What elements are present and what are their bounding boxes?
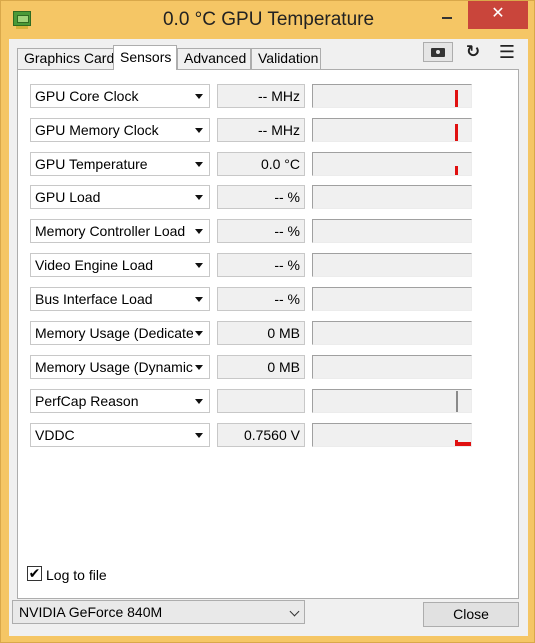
sensor-select-memory-controller-load[interactable]: Memory Controller Load <box>30 219 210 243</box>
dropdown-arrow-icon <box>195 162 203 167</box>
sensor-value: 0 MB <box>217 321 305 345</box>
close-button[interactable]: Close <box>423 602 519 627</box>
sensor-name: Memory Controller Load <box>35 223 186 239</box>
sensor-value <box>217 389 305 413</box>
sensor-name: VDDC <box>35 427 75 443</box>
client-area: Graphics Card Sensors Advanced Validatio… <box>9 39 528 636</box>
graph-bar <box>456 391 458 412</box>
sensor-row: Video Engine Load -- % <box>30 253 472 277</box>
sensor-name: GPU Memory Clock <box>35 122 159 138</box>
sensor-select-video-engine-load[interactable]: Video Engine Load <box>30 253 210 277</box>
sensor-name: GPU Temperature <box>35 156 148 172</box>
sensor-graph <box>312 84 472 108</box>
menu-button[interactable]: ☰ <box>492 42 522 62</box>
checkmark-icon: ✔ <box>28 565 41 581</box>
sensor-row: GPU Core Clock -- MHz <box>30 84 472 108</box>
sensor-name: PerfCap Reason <box>35 393 139 409</box>
dropdown-arrow-icon <box>195 365 203 370</box>
sensor-name: GPU Core Clock <box>35 88 139 104</box>
sensor-value: -- % <box>217 185 305 209</box>
tab-validation[interactable]: Validation <box>251 48 321 69</box>
sensor-select-memory-usage-dynamic[interactable]: Memory Usage (Dynamic) <box>30 355 210 379</box>
dropdown-arrow-icon <box>195 399 203 404</box>
close-icon: ✕ <box>491 5 505 22</box>
sensor-select-memory-usage-dedicated[interactable]: Memory Usage (Dedicated) <box>30 321 210 345</box>
sensor-value: 0.7560 V <box>217 423 305 447</box>
sensor-select-gpu-load[interactable]: GPU Load <box>30 185 210 209</box>
sensor-name: GPU Load <box>35 189 101 205</box>
sensor-graph <box>312 118 472 142</box>
sensor-select-gpu-core-clock[interactable]: GPU Core Clock <box>30 84 210 108</box>
sensor-value: -- % <box>217 287 305 311</box>
sensor-row: GPU Memory Clock -- MHz <box>30 118 472 142</box>
dropdown-arrow-icon <box>195 297 203 302</box>
sensor-value: 0 MB <box>217 355 305 379</box>
screenshot-button[interactable] <box>423 42 453 62</box>
sensor-name: Memory Usage (Dedicated) <box>35 325 193 341</box>
sensor-row: PerfCap Reason <box>30 389 472 413</box>
refresh-button[interactable]: ↻ <box>458 42 488 62</box>
sensor-row: Memory Usage (Dynamic) 0 MB <box>30 355 472 379</box>
sensor-select-vddc[interactable]: VDDC <box>30 423 210 447</box>
refresh-icon: ↻ <box>465 42 481 61</box>
sensor-value: -- MHz <box>217 84 305 108</box>
graph-line <box>455 442 471 446</box>
sensor-name: Video Engine Load <box>35 257 154 273</box>
title-bar[interactable]: 0.0 °C GPU Temperature ✕ <box>1 1 535 39</box>
dropdown-arrow-icon <box>195 128 203 133</box>
sensor-value: -- % <box>217 253 305 277</box>
camera-icon <box>431 47 445 57</box>
sensor-row: Memory Controller Load -- % <box>30 219 472 243</box>
sensor-value: -- MHz <box>217 118 305 142</box>
sensor-value: 0.0 °C <box>217 152 305 176</box>
sensor-row: Memory Usage (Dedicated) 0 MB <box>30 321 472 345</box>
graph-spike <box>455 166 458 175</box>
sensor-row: Bus Interface Load -- % <box>30 287 472 311</box>
sensor-select-perfcap-reason[interactable]: PerfCap Reason <box>30 389 210 413</box>
sensor-graph <box>312 152 472 176</box>
sensor-value: -- % <box>217 219 305 243</box>
minimize-button[interactable] <box>434 1 460 29</box>
dropdown-arrow-icon <box>195 94 203 99</box>
graph-spike <box>455 124 458 141</box>
dropdown-arrow-icon <box>195 263 203 268</box>
app-window: 0.0 °C GPU Temperature ✕ Graphics Card S… <box>0 0 535 643</box>
graph-spike <box>455 90 458 107</box>
tab-advanced[interactable]: Advanced <box>177 48 251 69</box>
gpu-select[interactable]: NVIDIA GeForce 840M <box>12 600 305 624</box>
sensor-select-bus-interface-load[interactable]: Bus Interface Load <box>30 287 210 311</box>
sensor-graph <box>312 253 472 277</box>
sensor-graph <box>312 219 472 243</box>
sensor-name: Memory Usage (Dynamic) <box>35 359 193 375</box>
sensor-row: VDDC 0.7560 V <box>30 423 472 447</box>
sensor-row: GPU Load -- % <box>30 185 472 209</box>
close-window-button[interactable]: ✕ <box>468 1 528 29</box>
dropdown-arrow-icon <box>195 433 203 438</box>
log-to-file-checkbox[interactable]: ✔ <box>27 566 42 581</box>
minimize-icon <box>442 17 452 20</box>
sensors-panel: GPU Core Clock -- MHz GPU Memory Clock -… <box>17 69 519 599</box>
gpu-select-value: NVIDIA GeForce 840M <box>19 604 163 620</box>
sensor-graph <box>312 321 472 345</box>
sensor-select-gpu-temperature[interactable]: GPU Temperature <box>30 152 210 176</box>
sensor-row: GPU Temperature 0.0 °C <box>30 152 472 176</box>
tab-sensors[interactable]: Sensors <box>113 45 177 70</box>
sensor-graph <box>312 389 472 413</box>
sensor-graph <box>312 185 472 209</box>
sensor-graph <box>312 355 472 379</box>
sensor-graph <box>312 287 472 311</box>
hamburger-menu-icon: ☰ <box>498 42 516 62</box>
dropdown-arrow-icon <box>195 331 203 336</box>
chevron-down-icon <box>289 606 300 617</box>
sensor-select-gpu-memory-clock[interactable]: GPU Memory Clock <box>30 118 210 142</box>
tab-graphics-card[interactable]: Graphics Card <box>17 48 114 69</box>
dropdown-arrow-icon <box>195 195 203 200</box>
dropdown-arrow-icon <box>195 229 203 234</box>
log-to-file-label[interactable]: Log to file <box>46 567 107 583</box>
sensor-graph <box>312 423 472 447</box>
sensor-name: Bus Interface Load <box>35 291 153 307</box>
